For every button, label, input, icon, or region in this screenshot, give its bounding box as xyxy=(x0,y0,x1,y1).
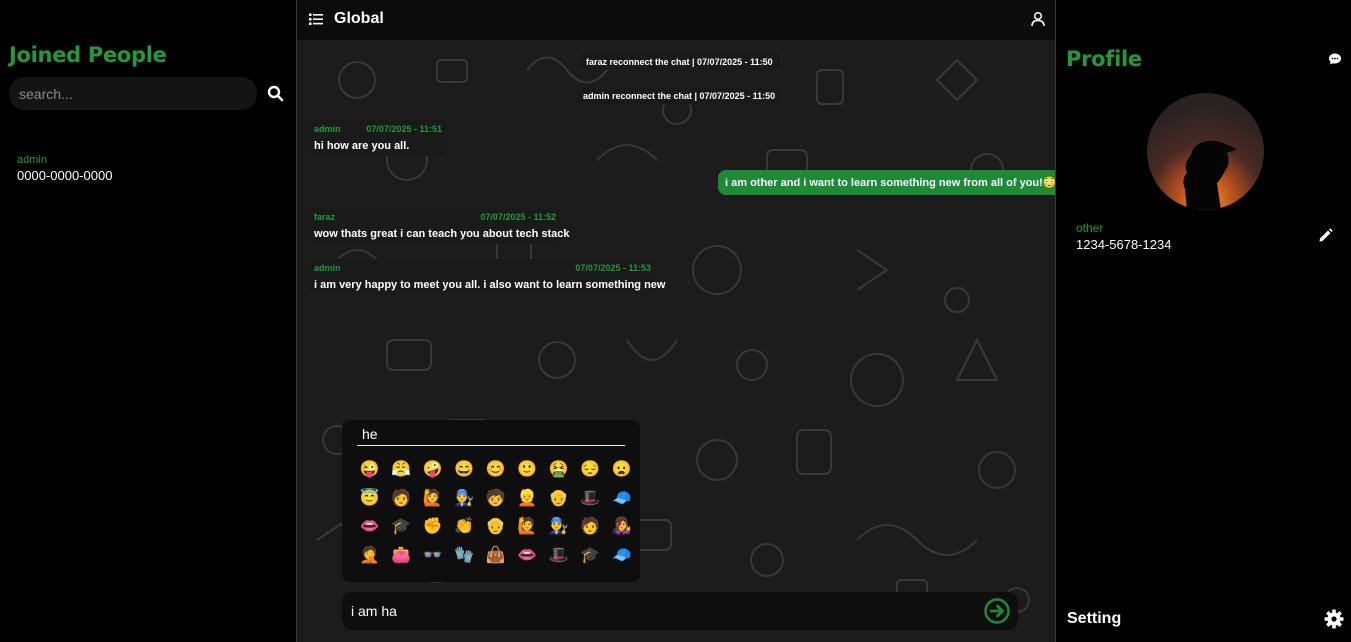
system-message: admin reconnect the chat | 07/07/2025 - … xyxy=(576,88,783,104)
gear-icon[interactable] xyxy=(1324,609,1344,629)
emoji-option[interactable]: 🧑 xyxy=(575,517,607,546)
emoji-option[interactable]: 🤮 xyxy=(543,460,575,489)
emoji-option[interactable]: 🧢 xyxy=(606,489,638,518)
emoji-option[interactable]: 👴 xyxy=(480,517,512,546)
message-bubble: admin 07/07/2025 - 11:53 i am very happy … xyxy=(309,259,666,295)
emoji-option[interactable]: 👱 xyxy=(512,489,544,518)
profile-title: Profile xyxy=(1066,47,1142,71)
emoji-option[interactable]: 👨‍🔧 xyxy=(449,489,481,518)
message-bubble: admin 07/07/2025 - 11:51 hi how are you a… xyxy=(309,120,447,156)
emoji-option[interactable]: 😤 xyxy=(386,460,418,489)
emoji-option[interactable]: 🧑 xyxy=(386,489,418,518)
joined-people-panel: Joined People search... admin 0000-0000-… xyxy=(0,0,296,642)
emoji-option[interactable]: 😦 xyxy=(606,460,638,489)
emoji-option[interactable]: 🎓 xyxy=(575,546,607,575)
menu-icon[interactable] xyxy=(309,12,323,26)
chat-bubble-icon[interactable] xyxy=(1328,52,1342,66)
my-profile-info: other 1234-5678-1234 xyxy=(1076,221,1171,252)
emoji-search-input[interactable]: he xyxy=(357,424,625,446)
message-text: wow thats great i can teach you about te… xyxy=(314,228,570,240)
emoji-option[interactable]: 👴 xyxy=(543,489,575,518)
send-icon[interactable] xyxy=(983,597,1011,625)
message-text: i am very happy to meet you all. i also … xyxy=(314,279,666,291)
message-input[interactable]: i am ha xyxy=(351,603,397,619)
emoji-option[interactable]: 🎩 xyxy=(575,489,607,518)
emoji-option[interactable]: 🤪 xyxy=(417,460,449,489)
emoji-option[interactable]: 👄 xyxy=(512,546,544,575)
message-sender: admin xyxy=(314,124,341,134)
profile-phone: 1234-5678-1234 xyxy=(1076,237,1172,252)
emoji-option[interactable]: 🤦 xyxy=(354,546,386,575)
emoji-option[interactable]: 👨‍🔧 xyxy=(543,517,575,546)
search-icon[interactable] xyxy=(266,84,286,104)
emoji-option[interactable]: 😔 xyxy=(575,460,607,489)
pencil-icon[interactable] xyxy=(1318,228,1333,243)
setting-label[interactable]: Setting xyxy=(1067,610,1121,628)
emoji-option[interactable]: 👓 xyxy=(417,546,449,575)
emoji-option[interactable]: 😄 xyxy=(449,460,481,489)
emoji-option[interactable]: 🎓 xyxy=(386,517,418,546)
emoji-option[interactable]: 👏 xyxy=(449,517,481,546)
emoji-option[interactable]: 🧒 xyxy=(480,489,512,518)
emoji-option[interactable]: 🙋 xyxy=(512,517,544,546)
emoji-picker: he 😜 😤 🤪 😄 😊 🙂 🤮 😔 😦 😇 🧑 🙋 👨‍🔧 🧒 👱 👴 🎩 🧢 👄 🎓 ✊ 👏 👴 🙋 👨‍🔧 🧑 👩‍🎤 🤦 👛 👓 🧤… xyxy=(342,420,640,582)
emoji-grid: 😜 😤 🤪 😄 😊 🙂 🤮 😔 😦 😇 🧑 🙋 👨‍🔧 🧒 👱 👴 🎩 🧢 👄 🎓 ✊ 👏 👴 🙋 👨‍🔧 🧑 👩‍🎤 🤦 👛 👓 🧤 👜 👄 🎩… xyxy=(354,460,638,574)
emoji-option[interactable]: 🧤 xyxy=(449,546,481,575)
chat-area: Global faraz reconnect the chat | 07/07/… xyxy=(296,0,1056,642)
message-sender: faraz xyxy=(314,212,336,222)
emoji-option[interactable]: 👜 xyxy=(480,546,512,575)
profile-name: other xyxy=(1076,221,1104,235)
chat-title: Global xyxy=(334,10,384,27)
emoji-option[interactable]: 😜 xyxy=(354,460,386,489)
profile-panel: Profile other 1234-5678-1234 Setting xyxy=(1056,0,1351,642)
own-message-bubble: i am other and i want to learn something… xyxy=(718,170,1055,195)
emoji-option[interactable]: 👛 xyxy=(386,546,418,575)
user-icon[interactable] xyxy=(1030,11,1046,27)
message-bubble: faraz 07/07/2025 - 11:52 wow thats great … xyxy=(309,208,570,244)
person-name: admin xyxy=(17,154,47,166)
message-sender: admin xyxy=(314,263,341,273)
system-message: faraz reconnect the chat | 07/07/2025 - … xyxy=(579,54,780,70)
search-input[interactable]: search... xyxy=(9,77,257,110)
message-text: hi how are you all. xyxy=(314,140,410,152)
emoji-option[interactable]: 🙋 xyxy=(417,489,449,518)
message-time: 07/07/2025 - 11:52 xyxy=(480,212,556,222)
message-time: 07/07/2025 - 11:51 xyxy=(366,124,442,134)
emoji-option[interactable]: 🙂 xyxy=(512,460,544,489)
chat-app: Joined People search... admin 0000-0000-… xyxy=(0,0,1351,642)
emoji-option[interactable]: 🧢 xyxy=(606,546,638,575)
message-time: 07/07/2025 - 11:53 xyxy=(575,263,651,273)
emoji-option[interactable]: ✊ xyxy=(417,517,449,546)
joined-people-title: Joined People xyxy=(9,43,167,67)
chat-header: Global xyxy=(297,0,1055,40)
emoji-option[interactable]: 🎩 xyxy=(543,546,575,575)
person-item[interactable]: admin 0000-0000-0000 xyxy=(17,154,112,183)
person-phone: 0000-0000-0000 xyxy=(17,168,113,183)
message-composer: i am ha xyxy=(342,592,1018,630)
emoji-option[interactable]: 😊 xyxy=(480,460,512,489)
emoji-option[interactable]: 👩‍🎤 xyxy=(606,517,638,546)
emoji-option[interactable]: 😇 xyxy=(354,489,386,518)
emoji-option[interactable]: 👄 xyxy=(354,517,386,546)
avatar xyxy=(1147,93,1264,210)
